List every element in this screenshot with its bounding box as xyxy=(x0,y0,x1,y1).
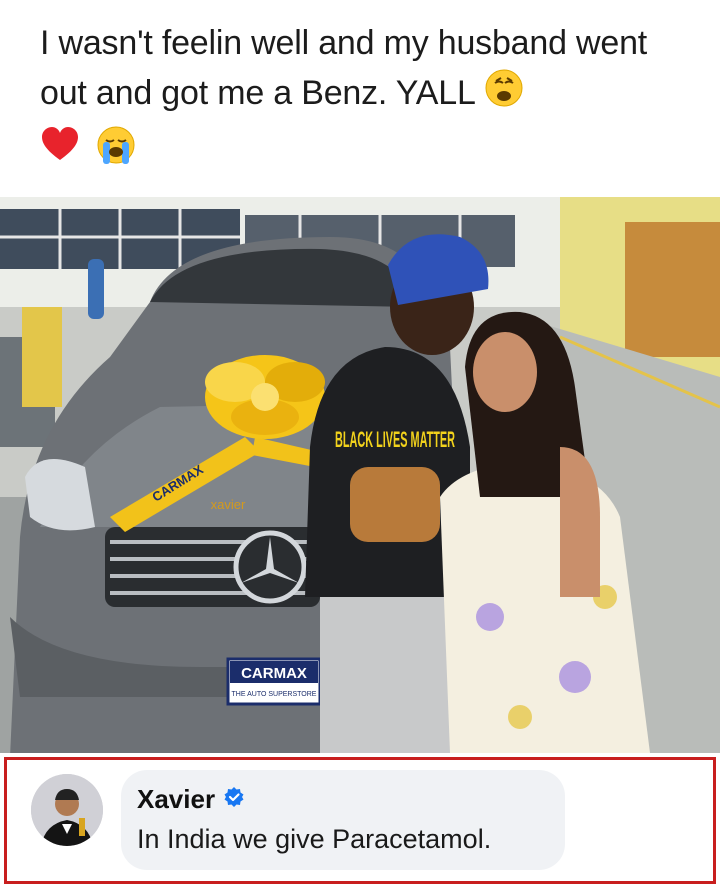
gift-bow xyxy=(205,355,325,439)
red-heart-emoji-icon xyxy=(40,125,80,170)
photo-watermark: xavier xyxy=(211,497,246,512)
comment-bubble[interactable]: Xavier In India we give Paracetamol. xyxy=(121,770,565,870)
post-caption: I wasn't feelin well and my husband went… xyxy=(40,18,680,122)
caption-emoji-row xyxy=(40,122,138,172)
comment-text: In India we give Paracetamol. xyxy=(137,824,492,854)
shirt-text: BLACK LIVES MATTER xyxy=(335,427,455,452)
highlighted-comment: Xavier In India we give Paracetamol. xyxy=(4,757,716,884)
license-plate: CARMAX THE AUTO SUPERSTORE xyxy=(226,657,322,706)
commenter-name[interactable]: Xavier xyxy=(137,784,215,815)
commenter-name-row: Xavier xyxy=(137,784,245,815)
photo-illustration: CARMAX THE AUTO SUPERSTORE CARMAX xavier… xyxy=(0,197,720,753)
loudly-crying-face-emoji-icon xyxy=(94,123,138,172)
weary-face-emoji-icon xyxy=(484,68,524,122)
mercedes-logo-icon xyxy=(233,530,307,604)
verified-badge-icon xyxy=(223,784,245,815)
commenter-avatar[interactable] xyxy=(31,774,103,846)
belt-bag xyxy=(350,467,440,542)
plate-brand-text: CARMAX xyxy=(241,665,307,682)
post-photo[interactable]: CARMAX THE AUTO SUPERSTORE CARMAX xavier… xyxy=(0,197,720,753)
post-caption-text: I wasn't feelin well and my husband went… xyxy=(40,24,648,112)
plate-tagline-text: THE AUTO SUPERSTORE xyxy=(232,691,317,698)
